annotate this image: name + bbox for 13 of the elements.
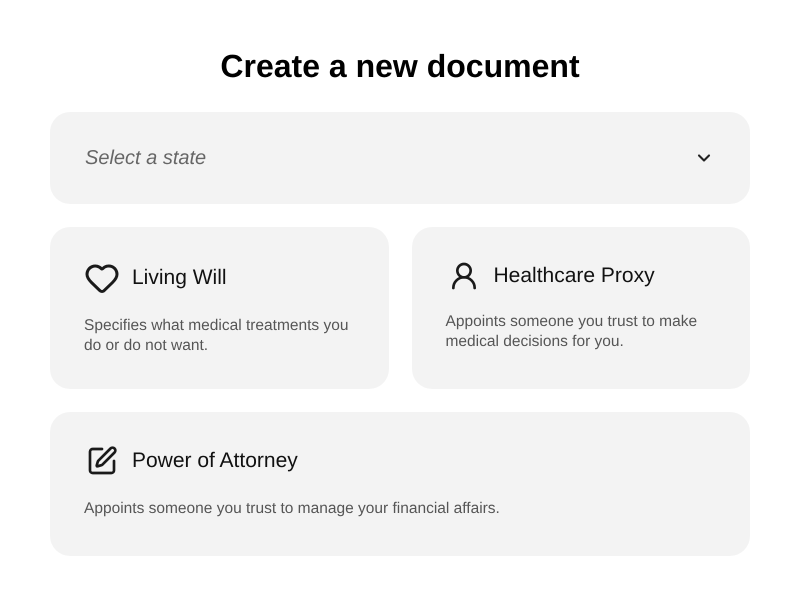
card-description: Appoints someone you trust to manage your financial affairs. [84,499,501,519]
edit-icon [86,445,118,477]
document-card[interactable]: Healthcare Proxy Appoints someone you trust to make medical decisions for you. [412,227,750,389]
page-title: Create a new document [219,47,581,86]
card-title: Healthcare Proxy [494,263,655,290]
document-card[interactable]: Power of Attorney Appoints someone you trust to manage your financial affairs. [50,412,750,556]
card-title: Power of Attorney [132,448,298,474]
state-dropdown[interactable]: Select a state [50,112,750,204]
document-card[interactable]: Living Will Specifies what medical treatments you do or do not want. [50,227,388,389]
state-placeholder: Select a state [85,146,206,171]
card-title: Living Will [132,265,227,292]
card-description: Appoints someone you trust to make medical decisions for you. [446,312,698,352]
card-description: Specifies what medical treatments you do or do not want. [84,316,349,356]
